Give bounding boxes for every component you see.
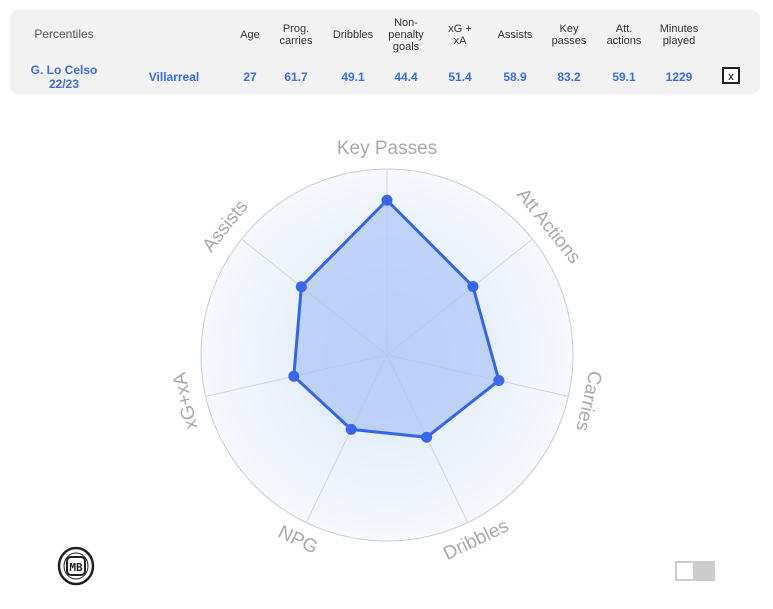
- data-point: [421, 431, 433, 443]
- axis-label: xG+xA: [169, 370, 202, 431]
- data-point: [467, 280, 479, 292]
- data-point: [295, 281, 307, 293]
- mb-logo: MB: [57, 546, 95, 586]
- svg-text:MB: MB: [69, 561, 83, 574]
- toggle-knob[interactable]: [677, 563, 693, 579]
- axis-label: Key Passes: [337, 138, 437, 159]
- view-toggle[interactable]: [675, 561, 715, 581]
- data-point: [381, 194, 393, 206]
- radar-chart: Key PassesAtt ActionsCarriesDribblesNPGx…: [169, 138, 605, 565]
- axis-label: Carries: [571, 369, 605, 433]
- data-point: [345, 423, 357, 435]
- data-point: [493, 375, 505, 387]
- axis-label: NPG: [275, 522, 321, 559]
- data-point: [288, 370, 300, 382]
